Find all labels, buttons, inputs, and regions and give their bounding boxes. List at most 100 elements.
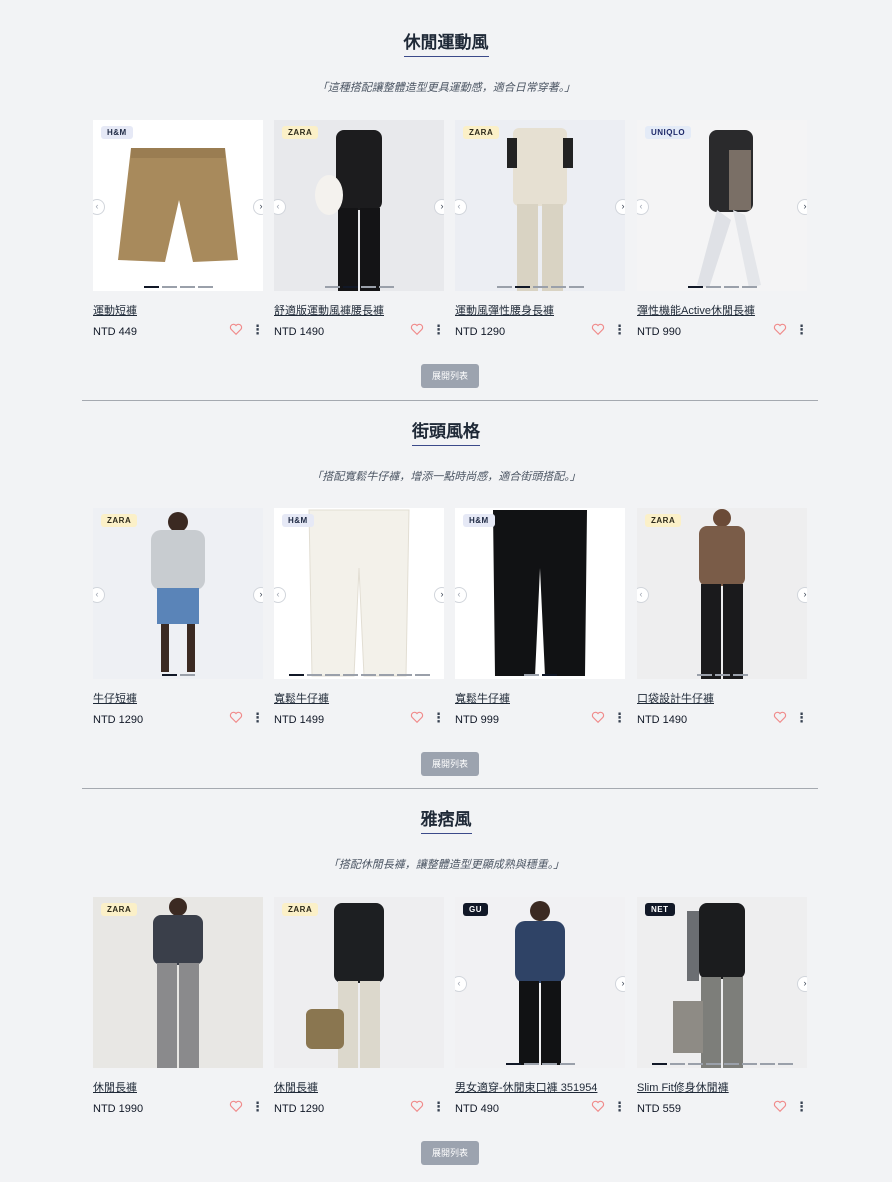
product-image[interactable]: ZARA ‹ › (274, 120, 444, 291)
chevron-right-icon[interactable]: › (797, 976, 807, 992)
product-price: NTD 1990 (93, 1103, 144, 1115)
more-vertical-icon[interactable]: ⋮ (432, 1100, 445, 1113)
brand-badge: NET (645, 903, 675, 916)
more-vertical-icon[interactable]: ⋮ (251, 711, 264, 724)
product-photo (306, 903, 384, 1068)
product-price: NTD 490 (455, 1103, 500, 1115)
carousel-dots (274, 674, 444, 676)
heart-icon[interactable] (410, 710, 424, 724)
product-price: NTD 1290 (93, 714, 144, 726)
more-vertical-icon[interactable]: ⋮ (795, 711, 808, 724)
section-description: 「搭配休閒長褲，讓整體造型更顯成熟與穩重。」 (327, 859, 565, 871)
product-image[interactable]: ZARA ‹ › (455, 120, 625, 291)
product-name-link[interactable]: 男女適穿-休閒束口褲 351954 (455, 1079, 597, 1095)
product-name-link[interactable]: 彈性機能Active休閒長褲 (637, 302, 755, 318)
more-vertical-icon[interactable]: ⋮ (613, 1100, 626, 1113)
product-name-link[interactable]: 寬鬆牛仔褲 (274, 690, 329, 706)
product-image[interactable]: GU ‹ › (455, 897, 625, 1068)
chevron-right-icon[interactable]: › (797, 199, 807, 215)
expand-list-button[interactable]: 展開列表 (421, 1141, 479, 1165)
product-name-link[interactable]: 牛仔短褲 (93, 690, 137, 706)
chevron-right-icon[interactable]: › (434, 199, 444, 215)
product-image[interactable]: UNIQLO ‹ › (637, 120, 807, 291)
product-price: NTD 990 (637, 326, 682, 338)
carousel-dots (93, 286, 263, 288)
more-vertical-icon[interactable]: ⋮ (613, 323, 626, 336)
section-divider (82, 788, 818, 789)
carousel-dots (455, 286, 625, 288)
more-vertical-icon[interactable]: ⋮ (251, 1100, 264, 1113)
chevron-right-icon[interactable]: › (253, 199, 263, 215)
chevron-right-icon[interactable]: › (797, 587, 807, 603)
chevron-right-icon[interactable]: › (434, 587, 444, 603)
heart-icon[interactable] (229, 710, 243, 724)
product-photo (151, 512, 205, 672)
carousel-dots (455, 674, 625, 676)
product-price: NTD 1290 (274, 1103, 325, 1115)
product-price: NTD 1490 (637, 714, 688, 726)
section-title: 休閒運動風 (0, 28, 892, 57)
product-photo (493, 510, 587, 676)
product-image[interactable]: ZARA (274, 897, 444, 1068)
product-photo (507, 128, 573, 291)
heart-icon[interactable] (773, 710, 787, 724)
product-image[interactable]: ZARA ‹ › (93, 508, 263, 679)
product-image[interactable]: H&M ‹ › (274, 508, 444, 679)
heart-icon[interactable] (591, 1099, 605, 1113)
section-description: 「搭配寬鬆牛仔褲，增添一點時尚感，適合街頭搭配。」 (311, 471, 581, 483)
product-image[interactable]: ZARA ‹ › (637, 508, 807, 679)
product-name-link[interactable]: 運動短褲 (93, 302, 137, 318)
product-price: NTD 1490 (274, 326, 325, 338)
chevron-right-icon[interactable]: › (615, 976, 625, 992)
product-name-link[interactable]: Slim Fit修身休閒褲 (637, 1079, 729, 1095)
product-name-link[interactable]: 寬鬆牛仔褲 (455, 690, 510, 706)
product-image[interactable]: H&M ‹ (455, 508, 625, 679)
product-price: NTD 1290 (455, 326, 506, 338)
product-image[interactable]: NET › (637, 897, 807, 1068)
product-image[interactable]: H&M ‹ › (93, 120, 263, 291)
heart-icon[interactable] (591, 322, 605, 336)
product-name-link[interactable]: 休閒長褲 (93, 1079, 137, 1095)
product-photo (673, 903, 745, 1068)
more-vertical-icon[interactable]: ⋮ (795, 1100, 808, 1113)
product-photo (118, 148, 238, 262)
heart-icon[interactable] (773, 322, 787, 336)
carousel-dots (637, 1063, 807, 1065)
heart-icon[interactable] (410, 1099, 424, 1113)
brand-badge: ZARA (463, 126, 500, 139)
carousel-dots (93, 674, 263, 676)
product-photo (315, 130, 382, 291)
chevron-right-icon[interactable]: › (615, 199, 625, 215)
expand-list-button[interactable]: 展開列表 (421, 364, 479, 388)
product-price: NTD 559 (637, 1103, 682, 1115)
heart-icon[interactable] (773, 1099, 787, 1113)
chevron-right-icon[interactable]: › (253, 587, 263, 603)
section-title: 街頭風格 (0, 417, 892, 446)
brand-badge: H&M (282, 514, 314, 527)
product-photo (699, 509, 745, 679)
carousel-dots (455, 1063, 625, 1065)
more-vertical-icon[interactable]: ⋮ (613, 711, 626, 724)
brand-badge: H&M (463, 514, 495, 527)
product-name-link[interactable]: 舒適版運動風褲腰長褲 (274, 302, 384, 318)
product-image[interactable]: ZARA (93, 897, 263, 1068)
product-name-link[interactable]: 口袋設計牛仔褲 (637, 690, 714, 706)
more-vertical-icon[interactable]: ⋮ (432, 323, 445, 336)
expand-list-button[interactable]: 展開列表 (421, 752, 479, 776)
product-photo (515, 901, 565, 1065)
heart-icon[interactable] (410, 322, 424, 336)
brand-badge: ZARA (645, 514, 682, 527)
more-vertical-icon[interactable]: ⋮ (795, 323, 808, 336)
heart-icon[interactable] (229, 322, 243, 336)
product-name-link[interactable]: 運動風彈性腰身長褲 (455, 302, 554, 318)
brand-badge: ZARA (101, 514, 138, 527)
heart-icon[interactable] (591, 710, 605, 724)
product-name-link[interactable]: 休閒長褲 (274, 1079, 318, 1095)
carousel-dots (637, 286, 807, 288)
section-divider (82, 400, 818, 401)
more-vertical-icon[interactable]: ⋮ (251, 323, 264, 336)
section-title: 雅痞風 (0, 805, 892, 834)
product-photo (697, 130, 761, 288)
more-vertical-icon[interactable]: ⋮ (432, 711, 445, 724)
heart-icon[interactable] (229, 1099, 243, 1113)
